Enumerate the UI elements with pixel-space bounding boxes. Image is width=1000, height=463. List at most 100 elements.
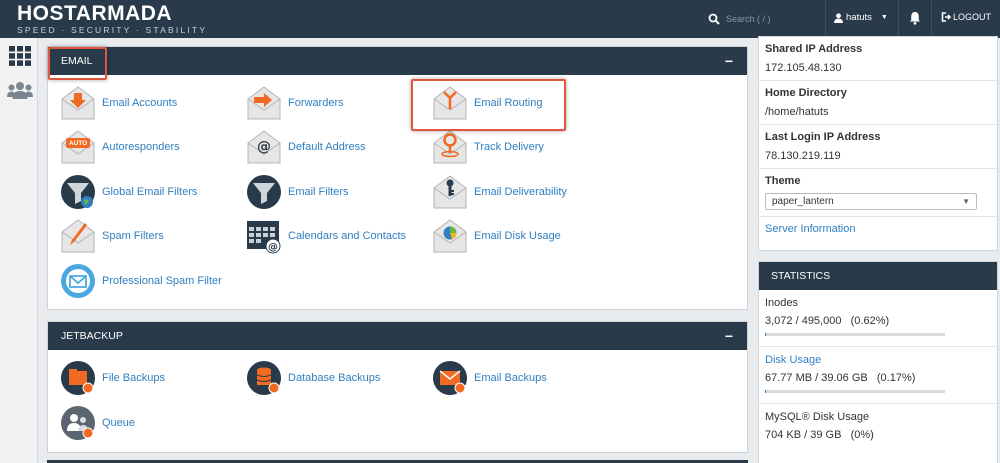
username: hatuts [846, 12, 872, 23]
stat-inodes-label: Inodes [765, 297, 799, 309]
professional-spam-filter-label: Professional Spam Filter [102, 275, 222, 287]
server-info-row: Server Information [759, 217, 997, 241]
email-accounts-icon [60, 85, 96, 121]
global-filter-icon [60, 174, 96, 210]
stat-inodes-bar [765, 333, 945, 336]
database-backups-icon [246, 360, 282, 396]
email-backups-icon [432, 360, 468, 396]
track-delivery-link[interactable]: Track Delivery [432, 129, 544, 165]
jetbackup-panel-title: JETBACKUP [61, 330, 123, 342]
server-information-link[interactable]: Server Information [765, 223, 855, 235]
default-address-label: Default Address [288, 141, 366, 153]
queue-label: Queue [102, 417, 136, 429]
search-icon [708, 13, 720, 25]
calendars-contacts-link[interactable]: @ Calendars and Contacts [246, 218, 406, 254]
home-directory-value: /home/hatuts [765, 106, 829, 118]
disk-usage-icon [432, 218, 468, 254]
track-delivery-label: Track Delivery [474, 141, 544, 153]
bell-icon [910, 12, 920, 25]
database-backups-label: Database Backups [288, 372, 381, 384]
email-deliverability-link[interactable]: Email Deliverability [432, 174, 567, 210]
email-backups-link[interactable]: Email Backups [432, 360, 547, 396]
shared-ip-label: Shared IP Address [765, 43, 863, 55]
brand-name: HOSTARMADA [17, 2, 173, 25]
email-panel-header[interactable]: EMAIL − [48, 47, 747, 75]
users-icon[interactable] [7, 81, 33, 99]
stat-mysql-usage: MySQL® Disk Usage 704 KB / 39 GB (0%) [759, 404, 997, 461]
email-disk-usage-label: Email Disk Usage [474, 230, 561, 242]
email-backups-label: Email Backups [474, 372, 547, 384]
professional-spam-filter-icon [60, 263, 96, 299]
autoresponders-label: Autoresponders [102, 141, 180, 153]
logout-icon [941, 12, 951, 22]
email-accounts-label: Email Accounts [102, 97, 178, 109]
notifications-button[interactable] [909, 11, 921, 28]
home-directory-row: Home Directory /home/hatuts [759, 81, 997, 125]
default-address-link[interactable]: @ Default Address [246, 129, 366, 165]
queue-icon [60, 405, 96, 441]
file-backups-icon [60, 360, 96, 396]
search-input[interactable] [726, 14, 806, 24]
auto-badge: AUTO [68, 140, 88, 147]
search-box[interactable] [708, 11, 806, 27]
svg-text:@: @ [268, 242, 278, 253]
email-disk-usage-link[interactable]: Email Disk Usage [432, 218, 561, 254]
chevron-down-icon: ▼ [880, 14, 888, 21]
global-email-filters-link[interactable]: Global Email Filters [60, 174, 197, 210]
spam-filters-label: Spam Filters [102, 230, 164, 242]
filter-icon [246, 174, 282, 210]
email-deliverability-label: Email Deliverability [474, 186, 567, 198]
jetbackup-panel-header[interactable]: JETBACKUP − [48, 322, 747, 350]
stat-inodes: Inodes 3,072 / 495,000 (0.62%) [759, 290, 997, 347]
statistics-panel: STATISTICS Inodes 3,072 / 495,000 (0.62%… [758, 261, 998, 463]
autoresponders-link[interactable]: AUTO Autoresponders [60, 129, 180, 165]
brand-tagline: SPEED · SECURITY · STABILITY [17, 25, 208, 35]
forwarders-icon [246, 85, 282, 121]
queue-link[interactable]: Queue [60, 405, 135, 441]
brand-logo[interactable]: HOSTARMADA SPEED · SECURITY · STABILITY [17, 2, 207, 35]
left-rail [0, 38, 38, 463]
email-routing-highlight [411, 79, 566, 131]
professional-spam-filter-link[interactable]: Professional Spam Filter [60, 263, 222, 299]
user-icon [834, 12, 843, 23]
stat-inodes-value: 3,072 / 495,000 (0.62%) [765, 315, 890, 327]
logout-button[interactable]: LOGOUT [941, 12, 991, 22]
track-delivery-icon [432, 129, 468, 165]
last-login-row: Last Login IP Address 78.130.219.119 [759, 125, 997, 169]
deliverability-icon [432, 174, 468, 210]
database-backups-link[interactable]: Database Backups [246, 360, 380, 396]
theme-select-value: paper_lantern [772, 196, 834, 207]
last-login-label: Last Login IP Address [765, 131, 881, 143]
file-backups-label: File Backups [102, 372, 165, 384]
forwarders-label: Forwarders [288, 97, 344, 109]
spam-filters-link[interactable]: Spam Filters [60, 218, 164, 254]
theme-select[interactable]: paper_lantern ▼ [765, 193, 977, 210]
shared-ip-row: Shared IP Address 172.105.48.130 [759, 37, 997, 81]
collapse-icon[interactable]: − [725, 322, 733, 350]
spam-filters-icon [60, 218, 96, 254]
theme-label: Theme [765, 175, 801, 187]
forwarders-link[interactable]: Forwarders [246, 85, 344, 121]
theme-row: Theme paper_lantern ▼ [759, 169, 997, 217]
email-panel: EMAIL − Email Accounts Forwarders Email … [47, 46, 748, 310]
top-navbar: HOSTARMADA SPEED · SECURITY · STABILITY … [0, 0, 1000, 38]
default-address-icon: @ [246, 129, 282, 165]
autoresponders-icon: AUTO [60, 129, 96, 165]
global-email-filters-label: Global Email Filters [102, 186, 198, 198]
stat-mysql-label: MySQL® Disk Usage [765, 411, 870, 423]
calendar-icon: @ [246, 218, 282, 254]
svg-text:@: @ [257, 139, 271, 155]
file-backups-link[interactable]: File Backups [60, 360, 165, 396]
email-header-highlight [48, 47, 107, 80]
email-accounts-link[interactable]: Email Accounts [60, 85, 177, 121]
email-filters-link[interactable]: Email Filters [246, 174, 349, 210]
collapse-icon[interactable]: − [725, 47, 733, 75]
user-menu-button[interactable]: hatuts ▼ [834, 12, 888, 23]
home-directory-label: Home Directory [765, 87, 847, 99]
jetbackup-panel: JETBACKUP − File Backups Database Backup… [47, 321, 748, 453]
disk-usage-link[interactable]: Disk Usage [765, 354, 991, 366]
stat-disk-usage-value: 67.77 MB / 39.06 GB (0.17%) [765, 372, 916, 384]
general-info-panel: Shared IP Address 172.105.48.130 Home Di… [758, 36, 998, 251]
last-login-value: 78.130.219.119 [765, 150, 841, 162]
apps-grid-icon[interactable] [9, 46, 31, 66]
